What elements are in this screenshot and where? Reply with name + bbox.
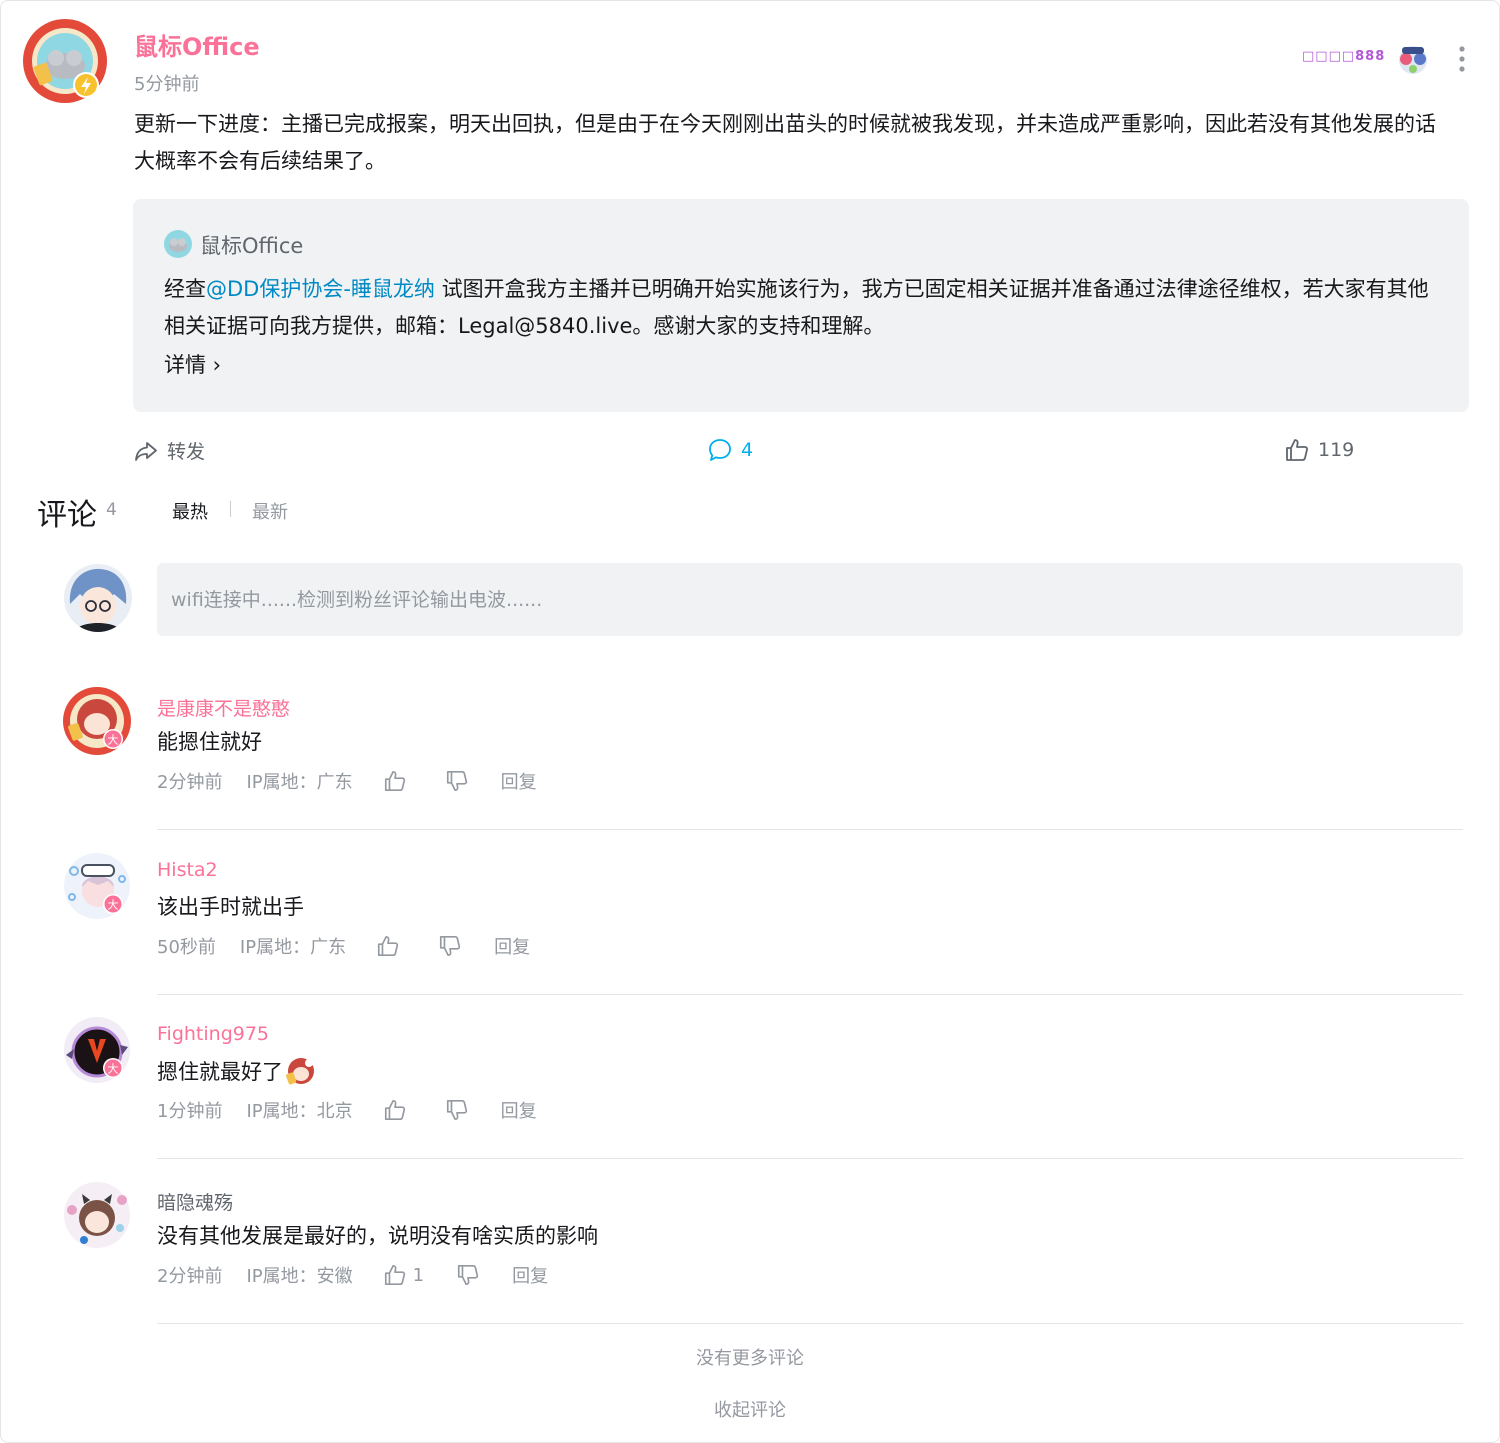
commenter-name[interactable]: Hista2: [157, 859, 218, 881]
comment-time: 1分钟前: [157, 1101, 223, 1122]
comment-divider: [157, 994, 1463, 995]
comment-time: 2分钟前: [157, 772, 223, 793]
like-count: 119: [1318, 439, 1355, 461]
comment-like-count: 1: [412, 1264, 425, 1286]
mention-link[interactable]: @DD保护协会-睡鼠龙纳: [206, 277, 435, 301]
more-options-icon[interactable]: [1452, 44, 1472, 74]
comment-meta: 2分钟前 IP属地：广东 回复: [157, 768, 537, 794]
comment-reply-button[interactable]: 回复: [512, 1262, 548, 1288]
comment-time: 2分钟前: [157, 1266, 223, 1287]
comment-text: 能摁住就好: [157, 730, 262, 754]
commenter-name[interactable]: Fighting975: [157, 1023, 269, 1045]
comment-like-button[interactable]: [383, 769, 413, 793]
commenter-name[interactable]: 是康康不是憨憨: [157, 694, 290, 721]
svg-text:大: 大: [108, 733, 119, 747]
forward-icon: [135, 441, 157, 461]
sort-divider: [230, 501, 231, 517]
decoration-icon: [1394, 43, 1432, 75]
commenter-name[interactable]: 暗隐魂殇: [157, 1188, 233, 1215]
fan-badge: □□□□888: [1302, 49, 1386, 64]
commenter-avatar[interactable]: 大: [62, 686, 132, 756]
comment-dislike-button[interactable]: [445, 1098, 469, 1122]
comment-count: 4: [741, 439, 754, 461]
comment-like-button[interactable]: [376, 934, 406, 958]
thumbs-down-icon: [446, 1099, 467, 1121]
comment-meta: 2分钟前 IP属地：安徽 1 回复: [157, 1262, 548, 1288]
details-link[interactable]: 详情 ›: [164, 349, 221, 379]
commenter-avatar[interactable]: 大: [62, 851, 132, 921]
post-author-name[interactable]: 鼠标Office: [134, 27, 260, 62]
sort-hot-tab[interactable]: 最热: [172, 498, 208, 524]
sort-new-tab[interactable]: 最新: [252, 498, 288, 524]
forward-label: 转发: [167, 441, 206, 463]
comment-like-button[interactable]: [383, 1098, 413, 1122]
forward-button[interactable]: 转发: [133, 437, 205, 464]
comment-item: 大 Fighting975 摁住就最好了 1分钟前 IP属地：北京 回复: [0, 1015, 1500, 1179]
comment-divider: [157, 829, 1463, 830]
comment-reply-button[interactable]: 回复: [501, 768, 537, 794]
comment-reply-button[interactable]: 回复: [501, 1097, 537, 1123]
repost-author-avatar[interactable]: [163, 229, 193, 259]
comment-ip: IP属地：北京: [246, 1101, 353, 1122]
comment-dislike-button[interactable]: [438, 934, 462, 958]
thumbs-up-icon: [378, 935, 399, 957]
thumbs-up-icon: [1286, 439, 1308, 461]
comment-text: 该出手时就出手: [157, 895, 304, 919]
comment-ip: IP属地：广东: [239, 937, 347, 958]
commenter-avatar[interactable]: 大: [62, 1015, 132, 1085]
svg-text:大: 大: [108, 1062, 119, 1076]
repost-text-prefix: 经查: [164, 277, 206, 301]
comment-text-body: 摁住就最好了: [157, 1060, 283, 1084]
thumbs-up-icon: [384, 770, 405, 792]
emote-sticker: [285, 1055, 317, 1090]
no-more-comments: 没有更多评论: [696, 1348, 804, 1369]
post-author-avatar[interactable]: [22, 18, 108, 104]
comment-divider: [157, 1158, 1463, 1159]
comment-icon: [709, 439, 731, 461]
repost-author-name[interactable]: 鼠标Office: [200, 230, 303, 260]
comments-title: 评论: [37, 498, 97, 533]
comment-meta: 50秒前 IP属地：广东 回复: [157, 933, 530, 959]
comment-reply-button[interactable]: 回复: [494, 933, 530, 959]
commenter-avatar[interactable]: [62, 1180, 132, 1250]
like-button[interactable]: 119: [1284, 437, 1354, 463]
comment-divider: [157, 1323, 1463, 1324]
comment-like-button[interactable]: 1: [383, 1263, 424, 1287]
comment-button[interactable]: 4: [707, 437, 753, 463]
thumbs-down-icon: [440, 935, 461, 957]
comment-time: 50秒前: [157, 937, 216, 958]
comment-ip: IP属地：安徽: [246, 1266, 353, 1287]
comment-item: 暗隐魂殇 没有其他发展是最好的，说明没有啥实质的影响 2分钟前 IP属地：安徽 …: [0, 1180, 1500, 1344]
comment-input[interactable]: [157, 563, 1463, 636]
comment-item: 大 Hista2 该出手时就出手 50秒前 IP属地：广东 回复: [0, 851, 1500, 1015]
comment-text: 没有其他发展是最好的，说明没有啥实质的影响: [157, 1224, 598, 1248]
thumbs-up-icon: [384, 1099, 405, 1121]
thumbs-down-icon: [446, 770, 467, 792]
comment-item: 大 是康康不是憨憨 能摁住就好 2分钟前 IP属地：广东 回复: [0, 686, 1500, 850]
svg-text:大: 大: [108, 898, 119, 912]
current-user-avatar: [64, 564, 132, 632]
comment-ip: IP属地：广东: [246, 772, 353, 793]
comment-meta: 1分钟前 IP属地：北京 回复: [157, 1097, 537, 1123]
thumbs-up-icon: [384, 1264, 405, 1286]
repost-card[interactable]: 鼠标Office 经查@DD保护协会-睡鼠龙纳 试图开盒我方主播并已明确开始实施…: [133, 199, 1469, 412]
comments-count: 4: [106, 500, 117, 520]
post-text: 更新一下进度：主播已完成报案，明天出回执，但是由于在今天刚刚出苗头的时候就被我发…: [134, 112, 1436, 173]
comment-text: 摁住就最好了: [157, 1055, 317, 1090]
comment-dislike-button[interactable]: [456, 1263, 480, 1287]
repost-text: 经查@DD保护协会-睡鼠龙纳 试图开盒我方主播并已明确开始实施该行为，我方已固定…: [164, 271, 1444, 345]
post-time: 5分钟前: [134, 74, 200, 95]
collapse-comments-button[interactable]: 收起评论: [0, 1396, 1500, 1422]
comment-dislike-button[interactable]: [445, 769, 469, 793]
thumbs-down-icon: [458, 1264, 479, 1286]
